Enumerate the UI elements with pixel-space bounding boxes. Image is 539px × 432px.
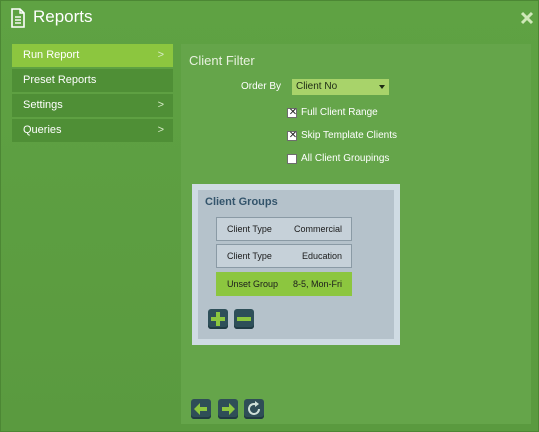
skip-template-clients-label: Skip Template Clients xyxy=(301,130,397,141)
client-group-row[interactable]: Client Type Education xyxy=(216,244,352,268)
all-client-groupings-checkbox[interactable] xyxy=(287,154,297,164)
sidebar-item-label: Settings xyxy=(23,99,63,111)
minus-icon[interactable] xyxy=(234,309,254,329)
close-icon[interactable] xyxy=(520,11,534,25)
group-row-label: Client Type xyxy=(227,224,272,234)
chevron-down-icon xyxy=(379,85,385,89)
sidebar-item-preset-reports[interactable]: Preset Reports xyxy=(12,69,173,92)
title-bar: Reports xyxy=(1,1,539,37)
sidebar: Run Report > Preset Reports Settings > Q… xyxy=(12,44,173,144)
sidebar-item-queries[interactable]: Queries > xyxy=(12,119,173,142)
sidebar-item-label: Run Report xyxy=(23,49,80,61)
group-row-value: 8-5, Mon-Fri xyxy=(292,279,342,289)
client-groups-inner: Client Groups Client Type Commercial Cli… xyxy=(198,190,394,339)
arrow-right-icon[interactable] xyxy=(218,399,238,419)
sidebar-item-run-report[interactable]: Run Report > xyxy=(12,44,173,67)
group-row-label: Unset Group xyxy=(227,279,279,289)
order-by-select[interactable]: Client No xyxy=(292,79,389,95)
refresh-icon[interactable] xyxy=(244,399,264,419)
sidebar-item-label: Queries xyxy=(23,124,62,136)
arrow-left-icon[interactable] xyxy=(191,399,211,419)
reports-window: Reports Run Report > Preset Reports Sett… xyxy=(0,0,539,432)
group-row-label: Client Type xyxy=(227,251,272,261)
full-client-range-checkbox[interactable]: ✕ xyxy=(287,107,298,118)
group-row-value: Education xyxy=(301,251,342,261)
order-by-label: Order By xyxy=(241,81,282,92)
client-filter-panel: Client Filter Order By Client No ✕ Full … xyxy=(181,44,531,424)
plus-icon[interactable] xyxy=(208,309,228,329)
group-row-value: Commercial xyxy=(293,224,342,234)
order-by-value: Client No xyxy=(296,81,338,92)
client-group-row-selected[interactable]: Unset Group 8-5, Mon-Fri xyxy=(216,272,352,296)
all-client-groupings-label: All Client Groupings xyxy=(301,153,390,164)
document-icon xyxy=(10,8,26,28)
chevron-right-icon: > xyxy=(157,99,164,111)
check-mark: ✕ xyxy=(288,107,298,118)
client-groups-box: Client Groups Client Type Commercial Cli… xyxy=(192,184,400,345)
full-client-range-label: Full Client Range xyxy=(301,107,378,118)
sidebar-item-settings[interactable]: Settings > xyxy=(12,94,173,117)
skip-template-clients-checkbox[interactable]: ✕ xyxy=(287,130,298,141)
panel-title: Client Filter xyxy=(189,53,255,68)
client-groups-title: Client Groups xyxy=(205,196,278,208)
check-mark: ✕ xyxy=(288,130,298,141)
window-title: Reports xyxy=(33,7,93,26)
chevron-right-icon: > xyxy=(157,49,164,61)
sidebar-item-label: Preset Reports xyxy=(23,74,97,86)
client-group-row[interactable]: Client Type Commercial xyxy=(216,217,352,241)
chevron-right-icon: > xyxy=(157,124,164,136)
